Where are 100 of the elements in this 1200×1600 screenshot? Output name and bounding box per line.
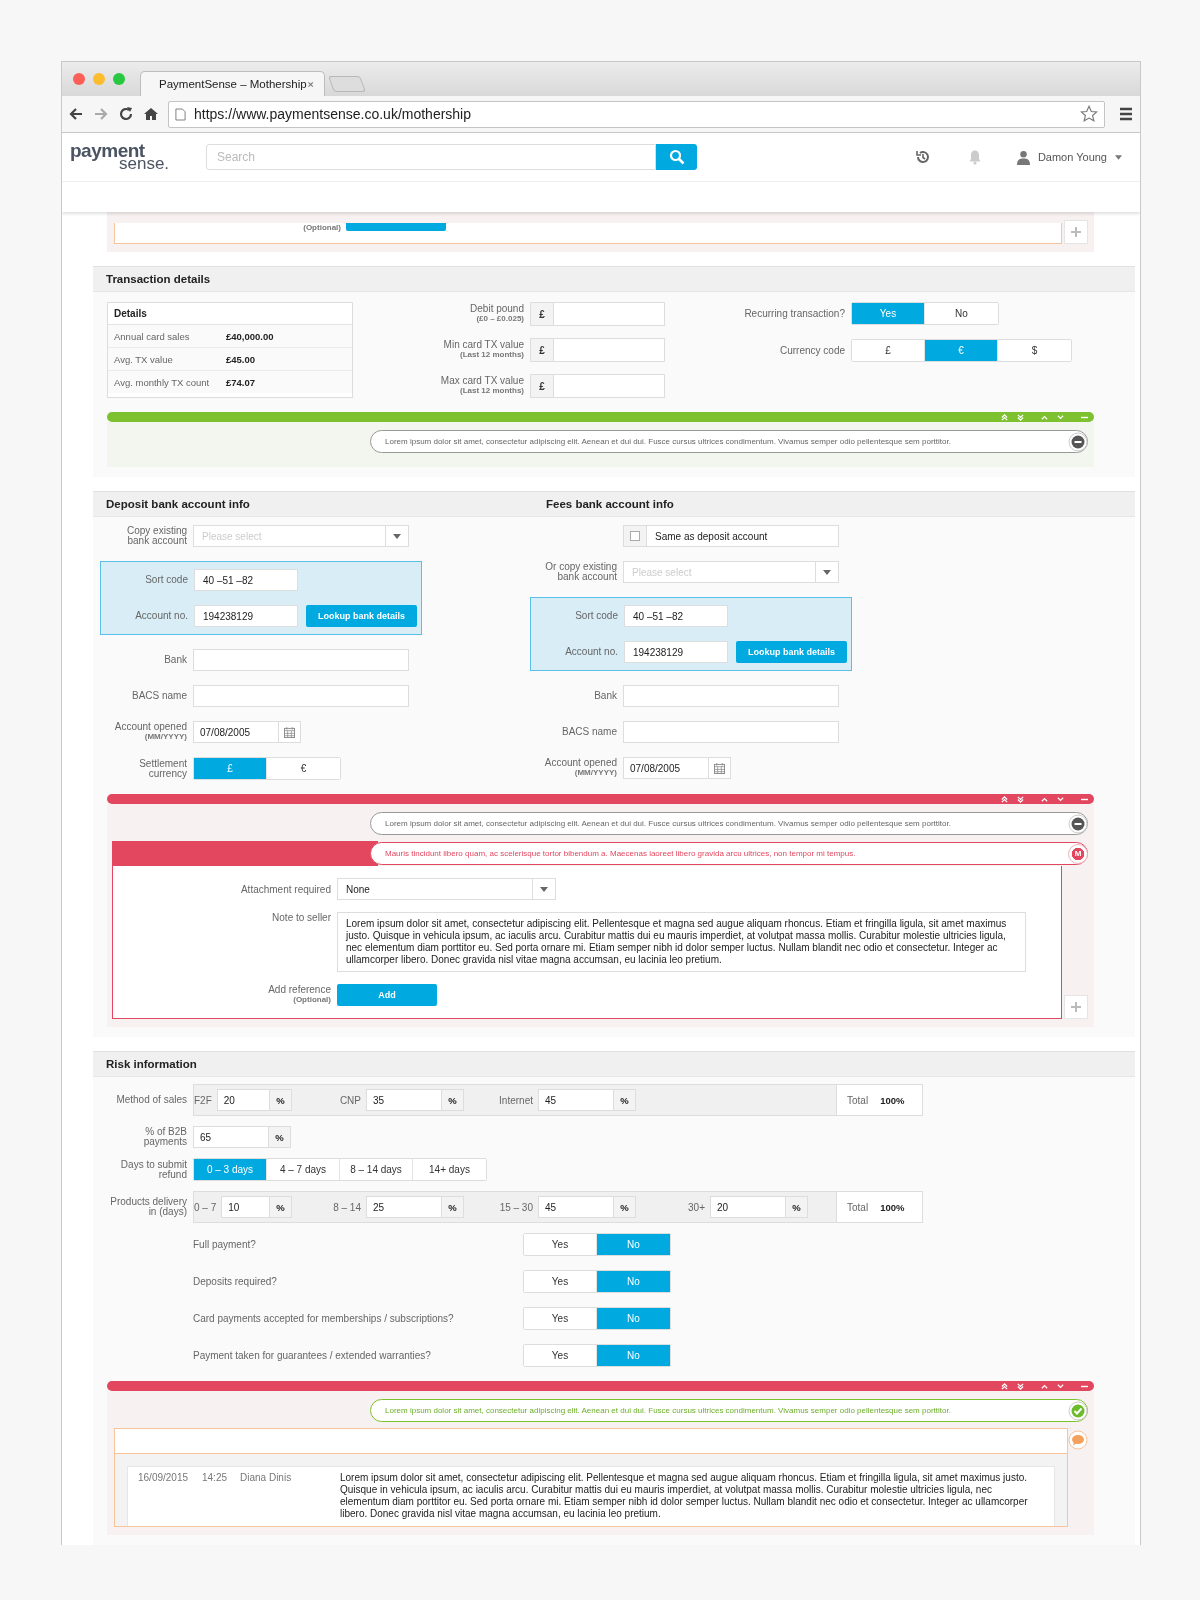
logo-text: sense.: [119, 157, 171, 170]
star-icon[interactable]: [1080, 105, 1098, 123]
field-hint: (MM/YYYY): [574, 768, 617, 778]
total-label: Total: [847, 1094, 869, 1106]
bell-icon[interactable]: [966, 149, 983, 165]
speech-bubble-icon[interactable]: [1068, 1430, 1088, 1450]
toggle-option[interactable]: Yes: [524, 1345, 597, 1366]
checkbox[interactable]: [630, 531, 640, 541]
search-field[interactable]: Search: [206, 144, 656, 170]
field-hint: (Optional): [302, 223, 341, 232]
close-icon[interactable]: [306, 79, 314, 89]
percent-field[interactable]: 65 %: [193, 1126, 291, 1148]
close-window-icon[interactable]: [73, 73, 85, 85]
amount-field[interactable]: £: [530, 338, 665, 362]
bank-field[interactable]: [623, 685, 839, 707]
double-chevron-up-icon[interactable]: [1001, 795, 1008, 803]
back-icon[interactable]: [68, 106, 84, 122]
double-chevron-up-icon[interactable]: [1001, 1382, 1008, 1390]
field-label: Recurring transaction?: [743, 308, 845, 319]
double-chevron-down-icon[interactable]: [1017, 795, 1024, 803]
field-label: Bank: [163, 655, 187, 665]
percent-field[interactable]: 10 %: [221, 1196, 292, 1218]
date-field[interactable]: 07/08/2005: [193, 721, 301, 743]
new-tab-button[interactable]: [328, 76, 366, 92]
chevron-up-icon[interactable]: [1041, 795, 1048, 803]
sort-code-field[interactable]: 40 –51 –82: [624, 605, 728, 627]
field-label: BACS name: [560, 727, 617, 737]
total-value: 100%: [880, 1201, 905, 1213]
minus-circle-icon[interactable]: [1068, 431, 1088, 452]
address-bar[interactable]: https://www.paymentsense.co.uk/mothership: [168, 100, 1105, 128]
bacs-name-field[interactable]: [193, 685, 409, 707]
browser-tab[interactable]: PaymentSense – Mothership: [140, 71, 325, 96]
zoom-window-icon[interactable]: [113, 73, 125, 85]
bacs-name-field[interactable]: [623, 721, 839, 743]
chevron-down-icon[interactable]: [1057, 795, 1064, 803]
chevron-down-icon[interactable]: [1057, 1382, 1064, 1390]
percent-field[interactable]: 20 %: [710, 1196, 808, 1218]
search-icon: [668, 149, 685, 165]
double-chevron-down-icon[interactable]: [1017, 413, 1024, 421]
sort-code-field[interactable]: 40 –51 –82: [194, 569, 298, 591]
toggle-option[interactable]: Yes: [524, 1234, 597, 1255]
field-label: % of B2B payments: [142, 1127, 187, 1147]
field-label: Or copy existing bank account: [544, 562, 617, 582]
check-circle-icon[interactable]: [1068, 1400, 1088, 1421]
field-hint: (Last 12 months): [460, 386, 524, 396]
field-label: Note to seller: [271, 912, 331, 923]
calendar-icon: [714, 762, 725, 774]
chevron-up-icon[interactable]: [1041, 1382, 1048, 1390]
percent-field[interactable]: 20 %: [216, 1089, 292, 1111]
question-label: Payment taken for guarantees / extended warranties?: [193, 1350, 432, 1361]
table-cell: £40,000.00: [226, 330, 274, 342]
double-chevron-down-icon[interactable]: [1017, 1382, 1024, 1390]
question-label: Deposits required?: [193, 1276, 278, 1287]
percent-field[interactable]: 25 %: [366, 1196, 464, 1218]
checkbox-field[interactable]: Same as deposit account: [623, 525, 839, 547]
field-label: Account no.: [564, 647, 618, 657]
field-label: Debit pound: [470, 304, 524, 314]
field-label: Internet: [499, 1094, 533, 1106]
minimize-window-icon[interactable]: [93, 73, 105, 85]
reload-icon[interactable]: [118, 106, 134, 122]
question-label: Card payments accepted for memberships / subscriptions?: [193, 1313, 455, 1324]
amount-field[interactable]: £: [530, 374, 665, 398]
forward-icon[interactable]: [93, 106, 109, 122]
add-icon-button[interactable]: [1064, 220, 1088, 244]
double-chevron-up-icon[interactable]: [1001, 413, 1008, 421]
percent-field[interactable]: 45 %: [538, 1089, 636, 1111]
percent-field[interactable]: 35 %: [366, 1089, 464, 1111]
account-number-field[interactable]: 194238129: [624, 641, 728, 663]
field-hint: (Last 12 months): [460, 350, 524, 360]
percent-field[interactable]: 45 %: [538, 1196, 636, 1218]
caret-icon: [823, 569, 831, 575]
field-label: F2F: [194, 1094, 212, 1106]
search-button[interactable]: [656, 144, 697, 170]
amount-field[interactable]: £: [530, 302, 665, 326]
select-field[interactable]: None: [337, 878, 556, 900]
account-number-field[interactable]: 194238129: [194, 605, 298, 627]
field-label: Add reference: [268, 985, 331, 995]
question-label: Full payment?: [193, 1239, 257, 1250]
menu-icon[interactable]: [1118, 106, 1134, 122]
toggle-option[interactable]: Yes: [524, 1308, 597, 1329]
calendar-icon: [284, 726, 295, 738]
section-title: Risk information: [106, 1058, 197, 1070]
comment-author: Diana Dinis: [240, 1472, 293, 1485]
history-icon[interactable]: [914, 149, 931, 165]
toggle-option[interactable]: Yes: [524, 1271, 597, 1292]
minus-circle-icon[interactable]: [1068, 813, 1088, 834]
chevron-up-icon[interactable]: [1041, 413, 1048, 421]
toggle-option[interactable]: £: [852, 340, 925, 361]
chevron-down-icon[interactable]: [1057, 413, 1064, 421]
section-title: Deposit bank account info: [106, 498, 251, 510]
home-icon[interactable]: [143, 106, 159, 122]
user-menu[interactable]: Damon Young: [1016, 149, 1122, 165]
date-field[interactable]: 07/08/2005: [623, 757, 731, 779]
note-textarea[interactable]: Lorem ipsum dolor sit amet, consectetur adipiscing elit. Pellentesque et magna sed augue aliquam rhoncus. Etiam et fringilla ligula, sit amet maximus justo. Quisque in vehicula ipsum, ac iaculis arcu. Curabitur mattis dui eu mauris imperdiet, at volutpat massa mollis. Curabitur molestie ultricies ligula, nec elementum diam porttitor eu. Sed porta ornare mi. Etiam semper nibh id dolor semper luctus. Nullam blandit nec odio et consectetur. Integer ac ullamcorper libero. Donec gravida nisl vitae magna accumsan, eu lacinia leo pretium.: [337, 912, 1026, 972]
comment-date: 16/09/2015: [138, 1472, 190, 1485]
field-hint: (MM/YYYY): [144, 732, 187, 742]
table-cell-text: Avg. monthly TX count: [114, 376, 211, 388]
field-label: Account opened: [114, 722, 187, 732]
add-icon-button[interactable]: [1064, 995, 1088, 1019]
bank-field[interactable]: [193, 649, 409, 671]
